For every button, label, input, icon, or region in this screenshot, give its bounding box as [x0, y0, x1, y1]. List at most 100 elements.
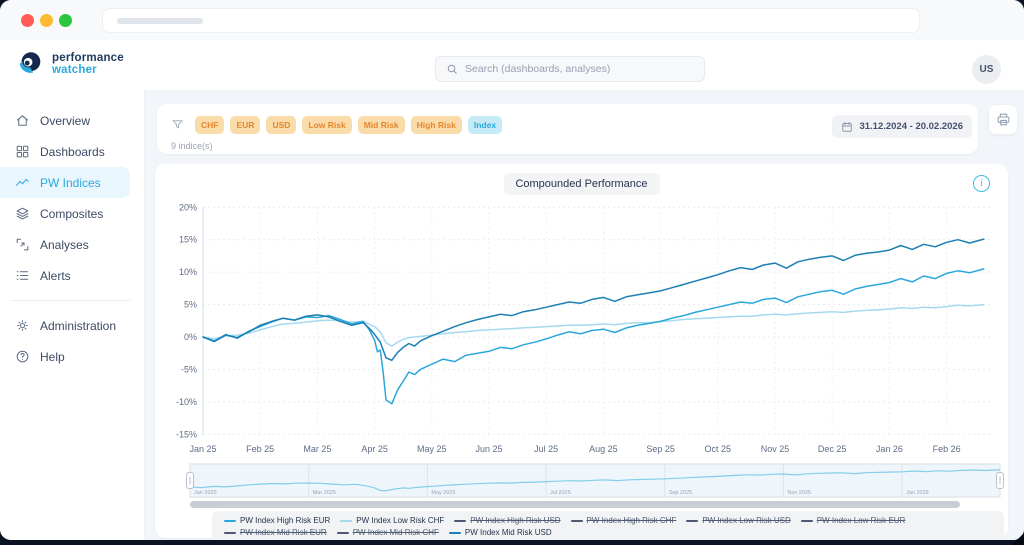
user-avatar[interactable]: US — [972, 55, 1001, 84]
sidebar-item-label: Administration — [40, 319, 116, 333]
svg-text:Feb 25: Feb 25 — [246, 444, 274, 454]
sidebar-item-analyses[interactable]: Analyses — [0, 229, 130, 260]
legend-series-label: PW Index Mid Risk CHF — [353, 528, 439, 537]
chart-scrollbar[interactable] — [190, 501, 960, 508]
filter-chip-usd[interactable]: USD — [266, 116, 296, 134]
svg-text:Feb 26: Feb 26 — [933, 444, 961, 454]
svg-text:Sep 25: Sep 25 — [646, 444, 675, 454]
printer-icon — [996, 112, 1011, 127]
legend-series-dash — [454, 520, 466, 522]
sidebar-item-label: PW Indices — [40, 176, 101, 190]
sidebar-divider — [12, 300, 130, 301]
legend-series-dash — [224, 532, 236, 534]
address-bar[interactable] — [102, 8, 920, 33]
filter-chip-eur[interactable]: EUR — [230, 116, 260, 134]
svg-text:Nov 25: Nov 25 — [761, 444, 790, 454]
sidebar-item-label: Composites — [40, 207, 103, 221]
legend-series-label: PW Index Mid Risk EUR — [240, 528, 327, 537]
legend-series-label: PW Index Low Risk CHF — [356, 516, 444, 525]
sidebar-item-label: Overview — [40, 114, 90, 128]
sidebar-item-label: Help — [40, 350, 65, 364]
sidebar-item-alerts[interactable]: Alerts — [0, 260, 130, 291]
legend-series-dash — [337, 532, 349, 534]
sidebar-item-label: Analyses — [40, 238, 89, 252]
window-minimize-button[interactable] — [40, 14, 53, 27]
filter-chip-chf[interactable]: CHF — [195, 116, 224, 134]
svg-text:Aug 25: Aug 25 — [589, 444, 618, 454]
sidebar-item-pw-indices[interactable]: PW Indices — [0, 167, 130, 198]
filter-chip-high-risk[interactable]: High Risk — [411, 116, 462, 134]
indices-chart-icon — [15, 175, 30, 190]
chart-card: Compounded Performance i 20%15%10%5%0%-5… — [155, 164, 1008, 538]
sidebar-item-composites[interactable]: Composites — [0, 198, 130, 229]
svg-text:0%: 0% — [184, 332, 197, 342]
legend-item-pw-index-mid-risk-usd[interactable]: PW Index Mid Risk USD — [449, 528, 552, 537]
svg-text:10%: 10% — [179, 267, 197, 277]
legend-item-pw-index-low-risk-eur[interactable]: PW Index Low Risk EUR — [801, 516, 905, 525]
legend-series-label: PW Index Low Risk EUR — [817, 516, 905, 525]
browser-titlebar — [0, 0, 1024, 41]
main-content: CHFEURUSDLow RiskMid RiskHigh RiskIndex … — [145, 90, 1024, 540]
legend-series-dash — [686, 520, 698, 522]
logo-text-watcher: watcher — [52, 64, 124, 76]
svg-text:Jun 25: Jun 25 — [475, 444, 502, 454]
date-range-picker[interactable]: 31.12.2024 - 20.02.2026 — [832, 115, 972, 138]
search-icon — [446, 63, 458, 75]
indices-count: 9 indice(s) — [171, 141, 213, 151]
svg-text:Jul 25: Jul 25 — [534, 444, 558, 454]
date-range-value: 31.12.2024 - 20.02.2026 — [859, 121, 963, 132]
app-logo[interactable]: performance watcher — [15, 49, 124, 79]
legend-series-dash — [571, 520, 583, 522]
svg-text:5%: 5% — [184, 300, 197, 310]
global-search-input[interactable]: Search (dashboards, analyses) — [435, 56, 705, 82]
sidebar-item-dashboards[interactable]: Dashboards — [0, 136, 130, 167]
legend-series-dash — [340, 520, 352, 522]
svg-text:Apr 25: Apr 25 — [361, 444, 388, 454]
legend-series-label: PW Index High Risk CHF — [587, 516, 677, 525]
svg-text:Jan 26: Jan 26 — [876, 444, 903, 454]
chart-navigator[interactable] — [190, 464, 1000, 497]
home-icon — [15, 113, 30, 128]
filter-chip-index[interactable]: Index — [468, 116, 502, 134]
svg-text:Oct 25: Oct 25 — [705, 444, 732, 454]
legend-item-pw-index-high-risk-eur[interactable]: PW Index High Risk EUR — [224, 516, 330, 525]
filter-funnel-icon[interactable] — [171, 118, 184, 131]
sidebar-item-overview[interactable]: Overview — [0, 105, 130, 136]
performance-watcher-logo-icon — [15, 49, 45, 79]
filter-chip-mid-risk[interactable]: Mid Risk — [358, 116, 405, 134]
window-resize-handle[interactable] — [1012, 533, 1024, 545]
legend-item-pw-index-high-risk-usd[interactable]: PW Index High Risk USD — [454, 516, 560, 525]
sidebar-item-administration[interactable]: Administration — [0, 310, 130, 341]
browser-window: performance watcher Search (dashboards, … — [0, 0, 1024, 540]
calendar-icon — [841, 121, 853, 133]
svg-text:-5%: -5% — [181, 364, 197, 374]
sidebar-item-help[interactable]: Help — [0, 341, 130, 372]
sidebar-item-label: Alerts — [40, 269, 71, 283]
svg-text:Mar 25: Mar 25 — [303, 444, 331, 454]
layers-icon — [15, 206, 30, 221]
legend-item-pw-index-low-risk-chf[interactable]: PW Index Low Risk CHF — [340, 516, 444, 525]
legend-item-pw-index-mid-risk-eur[interactable]: PW Index Mid Risk EUR — [224, 528, 327, 537]
svg-text:Jan 25: Jan 25 — [189, 444, 216, 454]
legend-item-pw-index-low-risk-usd[interactable]: PW Index Low Risk USD — [686, 516, 790, 525]
gear-icon — [15, 318, 30, 333]
filter-chip-low-risk[interactable]: Low Risk — [302, 116, 351, 134]
svg-text:-10%: -10% — [176, 397, 197, 407]
legend-item-pw-index-high-risk-chf[interactable]: PW Index High Risk CHF — [571, 516, 677, 525]
chart-legend: PW Index High Risk EUR PW Index Low Risk … — [212, 511, 1004, 540]
svg-text:20%: 20% — [179, 202, 197, 212]
legend-item-pw-index-mid-risk-chf[interactable]: PW Index Mid Risk CHF — [337, 528, 439, 537]
print-button[interactable] — [988, 104, 1018, 135]
legend-series-label: PW Index Mid Risk USD — [465, 528, 552, 537]
legend-series-dash — [224, 520, 236, 522]
app-header: performance watcher Search (dashboards, … — [0, 40, 1024, 91]
filter-bar: CHFEURUSDLow RiskMid RiskHigh RiskIndex … — [157, 104, 978, 154]
sidebar-nav: Overview Dashboards PW Indices Composites An… — [0, 90, 145, 540]
window-zoom-button[interactable] — [59, 14, 72, 27]
legend-series-label: PW Index High Risk USD — [470, 516, 560, 525]
legend-series-dash — [449, 532, 461, 534]
svg-text:-15%: -15% — [176, 429, 197, 439]
logo-text-performance: performance — [52, 52, 124, 64]
address-placeholder — [117, 18, 203, 24]
window-close-button[interactable] — [21, 14, 34, 27]
